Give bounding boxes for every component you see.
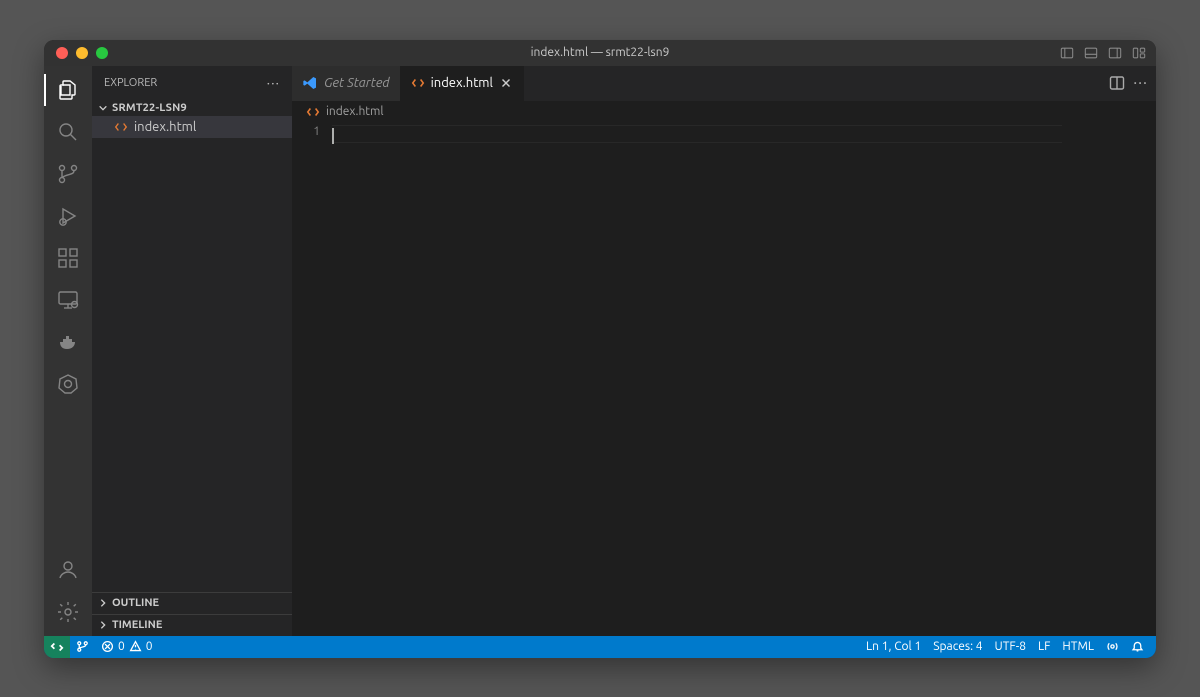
kubernetes-tab[interactable] bbox=[44, 364, 92, 404]
extensions-icon bbox=[56, 246, 80, 270]
file-tree-item[interactable]: index.html bbox=[92, 116, 292, 138]
main-body: EXPLORER ··· SRMT22-LSN9 index.html OUTL… bbox=[44, 66, 1156, 636]
branch-icon bbox=[56, 162, 80, 186]
timeline-label: TIMELINE bbox=[112, 619, 162, 631]
docker-icon bbox=[56, 330, 80, 354]
titlebar-layout-controls bbox=[1058, 44, 1148, 62]
explorer-sidebar: EXPLORER ··· SRMT22-LSN9 index.html OUTL… bbox=[92, 66, 292, 636]
folder-name: SRMT22-LSN9 bbox=[112, 102, 187, 114]
accounts-button[interactable] bbox=[44, 550, 92, 590]
html-file-icon bbox=[114, 120, 128, 134]
play-bug-icon bbox=[56, 204, 80, 228]
tab-label: index.html bbox=[431, 76, 493, 90]
error-icon bbox=[101, 640, 114, 653]
outline-label: OUTLINE bbox=[112, 597, 159, 609]
html-file-icon bbox=[411, 76, 425, 90]
vscode-icon bbox=[302, 75, 318, 91]
search-icon bbox=[56, 120, 80, 144]
tab-index-html[interactable]: index.html bbox=[401, 66, 524, 101]
chevron-right-icon bbox=[98, 598, 108, 608]
chevron-down-icon bbox=[98, 103, 108, 113]
sidebar-header: EXPLORER ··· bbox=[92, 66, 292, 100]
broadcast-icon bbox=[1106, 640, 1119, 653]
extensions-tab[interactable] bbox=[44, 238, 92, 278]
breadcrumb-file: index.html bbox=[326, 105, 384, 118]
branch-icon bbox=[76, 640, 89, 653]
source-control-status[interactable] bbox=[70, 636, 95, 658]
error-count: 0 bbox=[118, 640, 125, 653]
explorer-tab[interactable] bbox=[44, 70, 92, 110]
problems-status[interactable]: 0 0 bbox=[95, 636, 159, 658]
editor-actions: ··· bbox=[1109, 66, 1156, 101]
customize-layout-button[interactable] bbox=[1130, 44, 1148, 62]
code-editor[interactable]: 1 bbox=[292, 123, 1156, 636]
language-mode-status[interactable]: HTML bbox=[1056, 636, 1100, 658]
search-tab[interactable] bbox=[44, 112, 92, 152]
settings-button[interactable] bbox=[44, 592, 92, 632]
bell-icon bbox=[1131, 640, 1144, 653]
sidebar-more-button[interactable]: ··· bbox=[267, 75, 280, 91]
close-window-button[interactable] bbox=[56, 47, 68, 59]
account-icon bbox=[56, 558, 80, 582]
files-icon bbox=[56, 78, 80, 102]
vscode-window: index.html — srmt22-lsn9 bbox=[44, 40, 1156, 658]
folder-header[interactable]: SRMT22-LSN9 bbox=[92, 100, 292, 116]
remote-explorer-tab[interactable] bbox=[44, 280, 92, 320]
maximize-window-button[interactable] bbox=[96, 47, 108, 59]
docker-tab[interactable] bbox=[44, 322, 92, 362]
toggle-secondary-sidebar-button[interactable] bbox=[1106, 44, 1124, 62]
cursor-position[interactable]: Ln 1, Col 1 bbox=[860, 636, 927, 658]
line-gutter: 1 bbox=[292, 123, 332, 636]
notifications-button[interactable] bbox=[1125, 636, 1150, 658]
editor-area: Get Started index.html ··· index.html bbox=[292, 66, 1156, 636]
minimap[interactable] bbox=[1062, 123, 1156, 636]
feedback-button[interactable] bbox=[1100, 636, 1125, 658]
split-editor-button[interactable] bbox=[1109, 75, 1125, 91]
remote-icon bbox=[50, 640, 64, 654]
timeline-section[interactable]: TIMELINE bbox=[92, 614, 292, 636]
remote-explorer-icon bbox=[56, 288, 80, 312]
status-bar: 0 0 Ln 1, Col 1 Spaces: 4 UTF-8 LF HTML bbox=[44, 636, 1156, 658]
encoding-status[interactable]: UTF-8 bbox=[989, 636, 1032, 658]
text-cursor bbox=[332, 128, 334, 144]
breadcrumb[interactable]: index.html bbox=[292, 101, 1156, 123]
file-name: index.html bbox=[134, 120, 196, 134]
outline-section[interactable]: OUTLINE bbox=[92, 592, 292, 614]
run-debug-tab[interactable] bbox=[44, 196, 92, 236]
tab-label: Get Started bbox=[324, 76, 390, 90]
tab-bar: Get Started index.html ··· bbox=[292, 66, 1156, 101]
eol-status[interactable]: LF bbox=[1032, 636, 1056, 658]
tab-get-started[interactable]: Get Started bbox=[292, 66, 401, 101]
kubernetes-icon bbox=[56, 372, 80, 396]
warning-count: 0 bbox=[146, 640, 153, 653]
activity-bar bbox=[44, 66, 92, 636]
chevron-right-icon bbox=[98, 620, 108, 630]
sidebar-title: EXPLORER bbox=[104, 77, 157, 89]
warning-icon bbox=[129, 640, 142, 653]
source-control-tab[interactable] bbox=[44, 154, 92, 194]
window-title: index.html — srmt22-lsn9 bbox=[44, 46, 1156, 59]
toggle-primary-sidebar-button[interactable] bbox=[1058, 44, 1076, 62]
indentation-status[interactable]: Spaces: 4 bbox=[927, 636, 988, 658]
code-area[interactable] bbox=[332, 123, 1062, 636]
window-controls bbox=[56, 47, 108, 59]
toggle-panel-button[interactable] bbox=[1082, 44, 1100, 62]
gear-icon bbox=[56, 600, 80, 624]
remote-indicator[interactable] bbox=[44, 636, 70, 658]
close-tab-button[interactable] bbox=[499, 76, 513, 90]
line-number: 1 bbox=[292, 125, 320, 138]
titlebar: index.html — srmt22-lsn9 bbox=[44, 40, 1156, 66]
html-file-icon bbox=[306, 105, 320, 119]
minimize-window-button[interactable] bbox=[76, 47, 88, 59]
file-tree: index.html bbox=[92, 116, 292, 592]
editor-more-button[interactable]: ··· bbox=[1133, 74, 1148, 92]
